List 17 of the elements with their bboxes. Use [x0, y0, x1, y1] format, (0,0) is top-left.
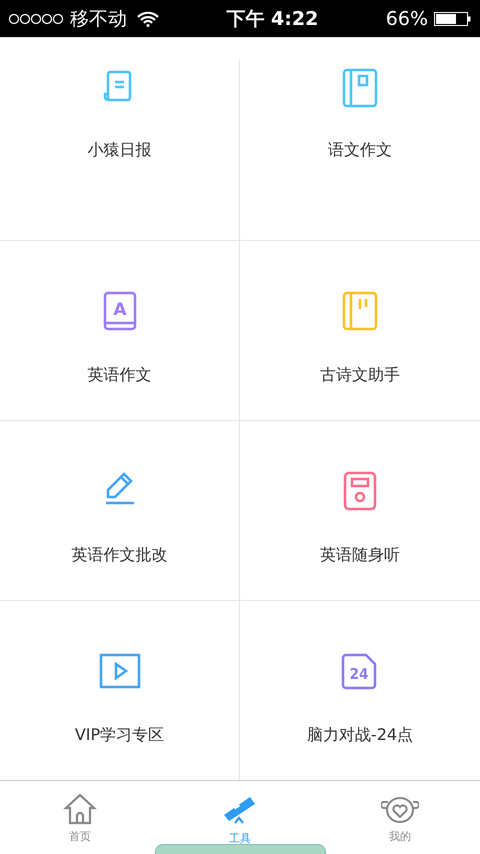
- tool-label[interactable]: 脑力对战-24点: [306, 725, 414, 746]
- clock-time: 下午 4:22: [225, 6, 320, 32]
- carrier-name: 移不动: [70, 6, 127, 32]
- home-icon: [63, 793, 97, 825]
- tool-label[interactable]: 小猿日报: [88, 140, 152, 161]
- battery-icon: [434, 12, 472, 26]
- tool-label[interactable]: 英语随身听: [320, 545, 400, 566]
- tool-label[interactable]: 语文作文: [328, 140, 392, 161]
- tool-label[interactable]: VIP学习专区: [74, 725, 164, 746]
- tab-item[interactable]: 我的: [320, 781, 480, 854]
- tool-label[interactable]: 英语作文: [88, 365, 152, 386]
- wifi-icon: [137, 10, 159, 26]
- signal-icon: [8, 12, 64, 24]
- tab-item[interactable]: 首页: [0, 781, 160, 854]
- tool-label[interactable]: 古诗文助手: [320, 365, 400, 386]
- tool-label[interactable]: 英语作文批改: [72, 545, 168, 566]
- battery-percent: 66%: [386, 8, 428, 30]
